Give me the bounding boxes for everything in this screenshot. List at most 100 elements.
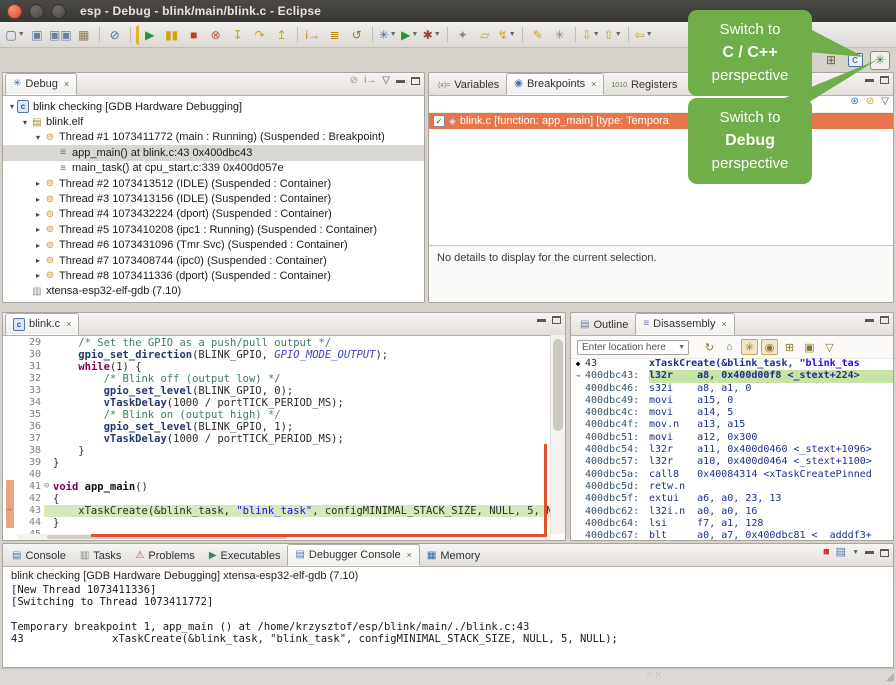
editor-line[interactable]: 43 xTaskCreate(&blink_task, "blink_task"… xyxy=(3,505,565,517)
disassembly-row[interactable]: 400dbc5d:retw.n xyxy=(571,481,893,493)
editor-vscrollbar-thumb[interactable] xyxy=(553,339,563,431)
terminate-icon[interactable]: ■ xyxy=(184,25,204,45)
editor-line[interactable]: 41⊖void app_main() xyxy=(3,481,565,493)
maximize-icon[interactable] xyxy=(552,316,561,324)
tree-row[interactable]: ▾▤blink.elf xyxy=(3,114,424,129)
instruction-stepping-mode-icon[interactable]: i→ xyxy=(364,76,376,86)
back-icon[interactable]: ⇦▼ xyxy=(634,25,654,45)
tree-row[interactable]: ▸⊚Thread #8 1073411336 (dport) (Suspende… xyxy=(3,268,424,283)
open-perspective-icon[interactable]: ⊞ xyxy=(822,52,840,69)
expander-icon[interactable]: ▸ xyxy=(33,225,43,234)
editor-line[interactable]: 34 vTaskDelay(1000 / portTICK_PERIOD_MS)… xyxy=(3,397,565,409)
maximize-icon[interactable] xyxy=(880,316,889,324)
disassembly-row[interactable]: ◆43xTaskCreate(&blink_task, "blink_tas xyxy=(571,358,893,370)
tree-row[interactable]: ≡main_task() at cpu_start.c:339 0x400d05… xyxy=(3,161,424,176)
tab-memory[interactable]: ▦Memory xyxy=(420,546,487,566)
disconnect-icon[interactable]: ⊗ xyxy=(206,25,226,45)
tree-row[interactable]: ▸⊚Thread #6 1073431096 (Tmr Svc) (Suspen… xyxy=(3,238,424,253)
external-tools-icon[interactable]: ✱▼ xyxy=(422,25,442,45)
debug-perspective-icon[interactable]: ✳ xyxy=(870,51,890,70)
tree-row[interactable]: ▾cblink checking [GDB Hardware Debugging… xyxy=(3,99,424,114)
tree-row[interactable]: ▸⊚Thread #3 1073413156 (IDLE) (Suspended… xyxy=(3,191,424,206)
sash-grip[interactable]: ⁙⁙ xyxy=(646,670,663,681)
disassembly-row[interactable]: 400dbc49:movi a15, 0 xyxy=(571,395,893,407)
window-maximize-button[interactable] xyxy=(51,4,66,19)
open-element-icon[interactable]: ▱ xyxy=(475,25,495,45)
fold-icon[interactable]: ⊖ xyxy=(44,481,53,493)
minimize-icon[interactable] xyxy=(865,319,874,322)
run-launch-icon[interactable]: ▶▼ xyxy=(400,25,420,45)
refresh-icon[interactable]: ↻ xyxy=(701,339,718,355)
link-with-debug-icon[interactable]: ⊛ xyxy=(851,97,859,107)
minimize-icon[interactable] xyxy=(537,319,546,322)
close-icon[interactable]: × xyxy=(407,550,412,560)
close-icon[interactable]: × xyxy=(591,79,596,89)
expander-icon[interactable]: ▸ xyxy=(33,271,43,280)
expander-icon[interactable]: ▸ xyxy=(33,210,43,219)
code-editor[interactable]: 29 /* Set the GPIO as a push/pull output… xyxy=(3,335,565,540)
skip-all-breakpoints-icon[interactable]: ⊘ xyxy=(105,25,125,45)
editor-line[interactable]: 31 while(1) { xyxy=(3,361,565,373)
new-view-icon[interactable]: ⊞ xyxy=(781,339,798,355)
tab-debugger-console[interactable]: ▤Debugger Console× xyxy=(287,544,419,566)
editor-line[interactable]: 30 gpio_set_direction(BLINK_GPIO, GPIO_M… xyxy=(3,349,565,361)
location-input[interactable]: Enter location here ▼ xyxy=(577,340,689,355)
save-icon[interactable]: ▣ xyxy=(27,25,47,45)
tab-console[interactable]: ▤Console xyxy=(5,546,73,566)
restart-icon[interactable]: ↺ xyxy=(347,25,367,45)
window-minimize-button[interactable] xyxy=(29,4,44,19)
disassembly-row[interactable]: 400dbc4c:movi a14, 5 xyxy=(571,407,893,419)
tree-row[interactable]: ▸⊚Thread #5 1073410208 (ipc1 : Running) … xyxy=(3,222,424,237)
disassembly-row[interactable]: 400dbc51:movi a12, 0x300 xyxy=(571,432,893,444)
tab-blink-c[interactable]: c blink.c × xyxy=(5,313,79,335)
minimize-icon[interactable] xyxy=(865,551,874,554)
tab-executables[interactable]: ▶Executables xyxy=(202,546,288,566)
new-wizard-icon[interactable]: ▢▼ xyxy=(5,25,25,45)
tree-row[interactable]: ≡app_main() at blink.c:43 0x400dbc43 xyxy=(3,145,424,160)
build-icon[interactable]: ▦ xyxy=(74,25,94,45)
disassembly-row[interactable]: 400dbc64:lsi f7, a1, 128 xyxy=(571,518,893,530)
remove-all-terminated-icon[interactable]: ⊘ xyxy=(350,76,358,86)
disassembly-row[interactable]: 400dbc57:l32r a10, 0x400d0464 <_stext+11… xyxy=(571,456,893,468)
minimize-icon[interactable] xyxy=(865,79,874,82)
editor-line[interactable]: 38 } xyxy=(3,445,565,457)
tree-row[interactable]: ▸⊚Thread #4 1073432224 (dport) (Suspende… xyxy=(3,207,424,222)
editor-line[interactable]: 29 /* Set the GPIO as a push/pull output… xyxy=(3,337,565,349)
disassembly-row[interactable]: 400dbc67:blt a0, a7, 0x400dbc81 <__adddf… xyxy=(571,530,893,541)
maximize-icon[interactable] xyxy=(880,76,889,84)
sync-context-icon[interactable]: ✳ xyxy=(741,339,758,355)
save-all-icon[interactable]: ▣▣ xyxy=(49,25,72,45)
close-icon[interactable]: × xyxy=(722,319,727,329)
home-icon[interactable]: ⌂ xyxy=(721,339,738,355)
tree-row[interactable]: ▸⊚Thread #2 1073413512 (IDLE) (Suspended… xyxy=(3,176,424,191)
close-icon[interactable]: × xyxy=(64,79,69,89)
view-menu-icon[interactable]: ▽ xyxy=(821,339,838,355)
step-return-icon[interactable]: ↥ xyxy=(272,25,292,45)
disassembly-row[interactable]: 400dbc5a:call8 0x40084314 <xTaskCreatePi… xyxy=(571,469,893,481)
view-menu-icon[interactable]: ▽ xyxy=(881,97,889,107)
disassembly-row[interactable]: 400dbc62:l32i.n a0, a0, 16 xyxy=(571,506,893,518)
expander-icon[interactable]: ▸ xyxy=(33,195,43,204)
tab-outline[interactable]: ▤Outline xyxy=(573,315,635,335)
pin-view-icon[interactable]: ▣ xyxy=(801,339,818,355)
expander-icon[interactable]: ▸ xyxy=(33,179,43,188)
resume-icon[interactable]: ▶ xyxy=(136,25,160,45)
display-console-icon[interactable]: ▤ xyxy=(836,547,846,558)
minimize-icon[interactable] xyxy=(396,80,405,83)
tree-row[interactable]: ▾⊚Thread #1 1073411772 (main : Running) … xyxy=(3,130,424,145)
editor-line[interactable]: 39} xyxy=(3,457,565,469)
prev-annotation-icon[interactable]: ⇩▼ xyxy=(581,25,601,45)
track-expression-icon[interactable]: ◉ xyxy=(761,339,778,355)
use-step-filters-icon[interactable]: ≣ xyxy=(325,25,345,45)
tab-problems[interactable]: ⚠Problems xyxy=(128,546,201,566)
tab-tasks[interactable]: ▥Tasks xyxy=(73,546,129,566)
editor-line[interactable]: 33 gpio_set_level(BLINK_GPIO, 0); xyxy=(3,385,565,397)
format-icon[interactable]: ✎ xyxy=(528,25,548,45)
disassembly-row[interactable]: →400dbc43:l32r a8, 0x400d00f8 <_stext+22… xyxy=(571,370,893,382)
breakpoint-checkbox[interactable]: ✓ xyxy=(433,115,445,127)
step-over-icon[interactable]: ↷ xyxy=(250,25,270,45)
new-cpp-wizard-icon[interactable]: ✦ xyxy=(453,25,473,45)
tree-row[interactable]: ▥xtensa-esp32-elf-gdb (7.10) xyxy=(3,284,424,299)
skip-all-breakpoints-icon[interactable]: ⊘ xyxy=(866,97,874,107)
tree-row[interactable]: ▸⊚Thread #7 1073408744 (ipc0) (Suspended… xyxy=(3,253,424,268)
